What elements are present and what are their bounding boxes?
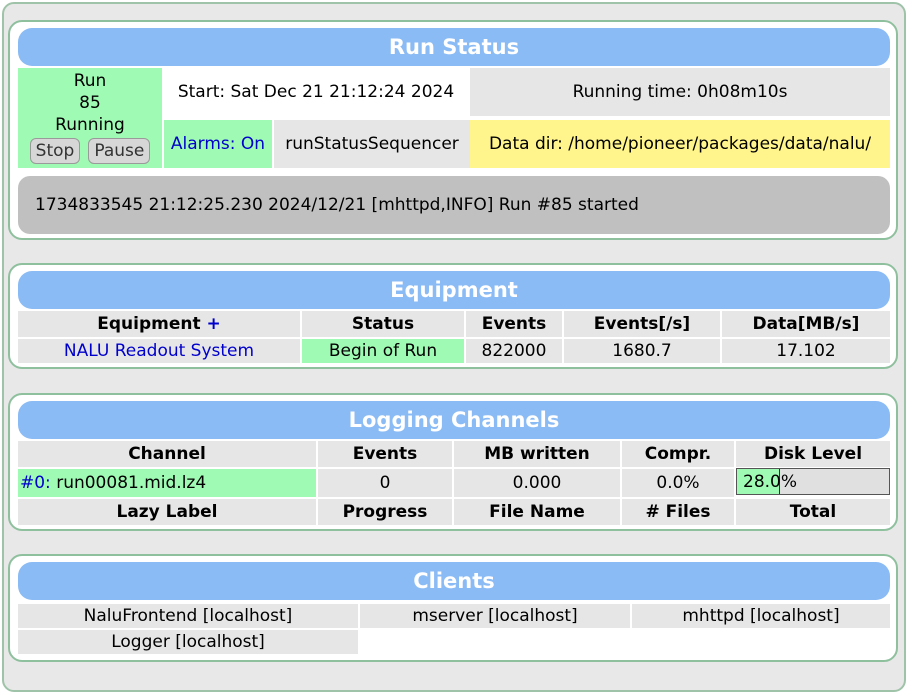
channel-mb-written: 0.000 [454,469,620,497]
client-item: NaluFrontend [localhost] [18,604,358,628]
data-dir: Data dir: /home/pioneer/packages/data/na… [470,120,890,168]
disk-level-bar: 28.0% [736,468,890,495]
message-bar[interactable]: 1734833545 21:12:25.230 2024/12/21 [mhtt… [18,176,890,234]
lazy-total-header: Total [736,499,890,525]
status-header: Status [302,311,464,337]
lazy-label-header: Lazy Label [18,499,316,525]
equipment-panel: Equipment Equipment + Status Events Even… [8,263,898,369]
equipment-name-link[interactable]: NALU Readout System [18,339,300,363]
run-controls: Stop Pause [29,138,151,164]
run-number: 85 [79,93,101,113]
equipment-status: Begin of Run [302,339,464,363]
log-events-header: Events [318,441,452,467]
channel-file: run00081.mid.lz4 [56,473,207,493]
equipment-header-label: Equipment [97,314,201,334]
compr-header: Compr. [622,441,734,467]
client-item: mserver [localhost] [360,604,630,628]
equipment-data-rate: 17.102 [722,339,890,363]
stop-button[interactable]: Stop [29,138,81,164]
client-item: mhttpd [localhost] [632,604,890,628]
equipment-header: Equipment + [18,311,300,337]
run-label: Run [73,71,107,91]
channel-link[interactable]: #0: run00081.mid.lz4 [18,469,316,497]
equipment-events: 822000 [466,339,562,363]
disk-level-text: 28.0% [743,471,798,492]
equipment-rate: 1680.7 [564,339,720,363]
sequencer-status: runStatusSequencer [274,120,470,168]
rate-header: Events[/s] [564,311,720,337]
data-rate-header: Data[MB/s] [722,311,890,337]
run-status-panel: Run Status Run 85 Running Stop Pause Sta… [8,20,898,240]
equipment-title: Equipment [18,271,890,309]
add-equipment-button[interactable]: + [207,314,221,334]
lazy-progress-header: Progress [318,499,452,525]
pause-button[interactable]: Pause [88,138,151,164]
logging-title: Logging Channels [18,401,890,439]
clients-panel: Clients NaluFrontend [localhost] mserver… [8,554,898,662]
logging-panel: Logging Channels Channel Events MB writt… [8,393,898,531]
run-state: Running [55,115,125,135]
events-header: Events [466,311,562,337]
disk-level-header: Disk Level [736,441,890,467]
channel-id: #0: [20,473,51,493]
alarms-link[interactable]: Alarms: On [164,120,272,168]
clients-title: Clients [18,562,890,600]
lazy-file-name-header: File Name [454,499,620,525]
run-start-time: Start: Sat Dec 21 21:12:24 2024 [177,82,455,102]
channel-compr: 0.0% [622,469,734,497]
run-status-title: Run Status [18,28,890,66]
mb-written-header: MB written [454,441,620,467]
channel-events: 0 [318,469,452,497]
lazy-files-header: # Files [622,499,734,525]
channel-header: Channel [18,441,316,467]
running-time: Running time: 0h08m10s [470,68,890,116]
client-item: Logger [localhost] [18,630,358,654]
run-state-cell: Run 85 Running Stop Pause [18,68,162,168]
